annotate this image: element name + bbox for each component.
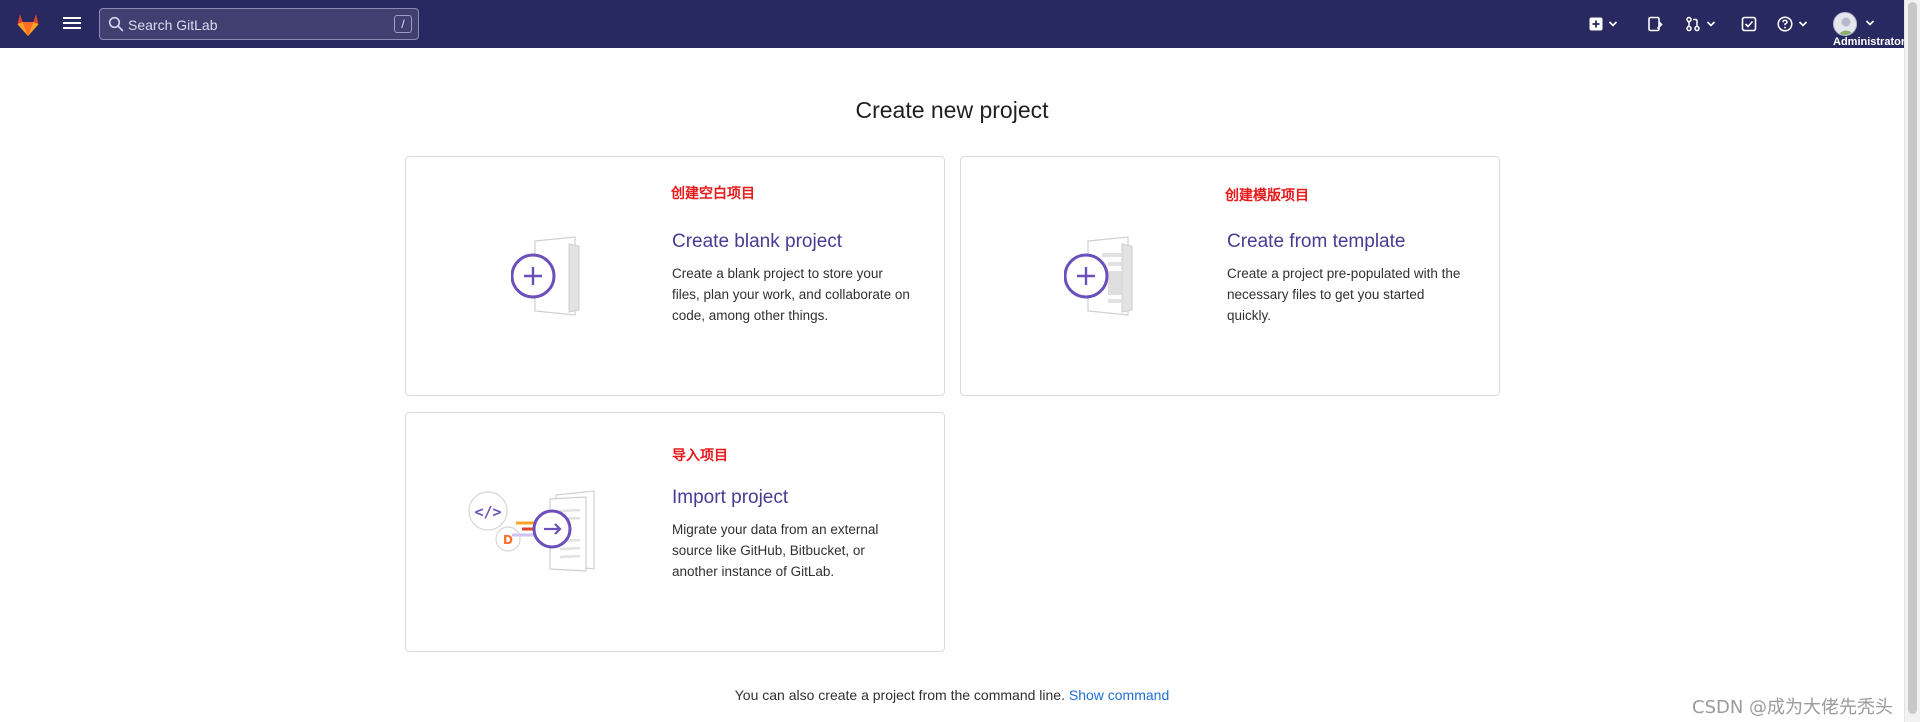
- issues-button[interactable]: [1647, 12, 1663, 36]
- chevron-down-icon: [1608, 21, 1618, 27]
- card-title[interactable]: Import project: [672, 487, 788, 509]
- chevron-down-icon: [1798, 21, 1808, 27]
- search-icon: [108, 16, 124, 32]
- merge-request-icon: [1686, 16, 1700, 32]
- page-title: Create new project: [855, 97, 1049, 123]
- annotation-label: 创建模版项目: [1225, 188, 1309, 204]
- watermark: CSDN @成为大佬先秃头: [1692, 697, 1894, 718]
- scrollbar-thumb[interactable]: [1908, 2, 1917, 714]
- chevron-down-icon: [1706, 21, 1716, 27]
- template-project-illustration: [1064, 236, 1133, 316]
- gitlab-logo[interactable]: [14, 10, 42, 38]
- card-description: Migrate your data from an external sourc…: [672, 522, 879, 579]
- chevron-down-icon: [1865, 20, 1875, 26]
- command-line-text: You can also create a project from the c…: [734, 687, 1065, 703]
- import-project-card[interactable]: 导入项目 </> D Import project Migrate your d…: [405, 412, 945, 652]
- command-line-hint: You can also create a project from the c…: [0, 687, 1904, 703]
- create-from-template-card[interactable]: 创建模版项目 Create from template Create a pro…: [960, 156, 1500, 396]
- annotation-label: 导入项目: [672, 448, 728, 464]
- help-icon: [1777, 16, 1793, 32]
- card-description: Create a project pre-populated with the …: [1227, 266, 1461, 323]
- card-title[interactable]: Create blank project: [672, 231, 842, 253]
- show-command-link[interactable]: Show command: [1069, 687, 1169, 703]
- vertical-scrollbar[interactable]: [1904, 0, 1920, 722]
- todos-button[interactable]: [1741, 12, 1757, 36]
- help-dropdown[interactable]: [1777, 12, 1808, 36]
- avatar: [1833, 12, 1857, 36]
- hamburger-menu-icon[interactable]: [62, 14, 82, 34]
- search-placeholder: Search GitLab: [128, 17, 218, 33]
- plus-square-icon: [1589, 17, 1603, 31]
- card-title[interactable]: Create from template: [1227, 231, 1405, 253]
- card-description: Create a blank project to store your fil…: [672, 266, 910, 323]
- new-item-dropdown[interactable]: [1589, 12, 1618, 36]
- merge-requests-dropdown[interactable]: [1685, 12, 1716, 36]
- user-name-label: Administrator: [1833, 36, 1906, 48]
- create-blank-project-card[interactable]: 创建空白项目 Create blank project Create a bla…: [405, 156, 945, 396]
- import-project-illustration: </> D: [468, 490, 595, 572]
- svg-text:</>: </>: [474, 503, 501, 521]
- top-navbar: Search GitLab / Administrator: [0, 0, 1920, 48]
- svg-text:D: D: [503, 533, 513, 547]
- annotation-label: 创建空白项目: [671, 186, 755, 202]
- blank-project-illustration: [511, 236, 580, 316]
- search-input[interactable]: Search GitLab /: [99, 8, 419, 40]
- issues-icon: [1648, 16, 1663, 32]
- search-shortcut-key: /: [394, 15, 412, 33]
- todos-check-icon: [1741, 16, 1757, 32]
